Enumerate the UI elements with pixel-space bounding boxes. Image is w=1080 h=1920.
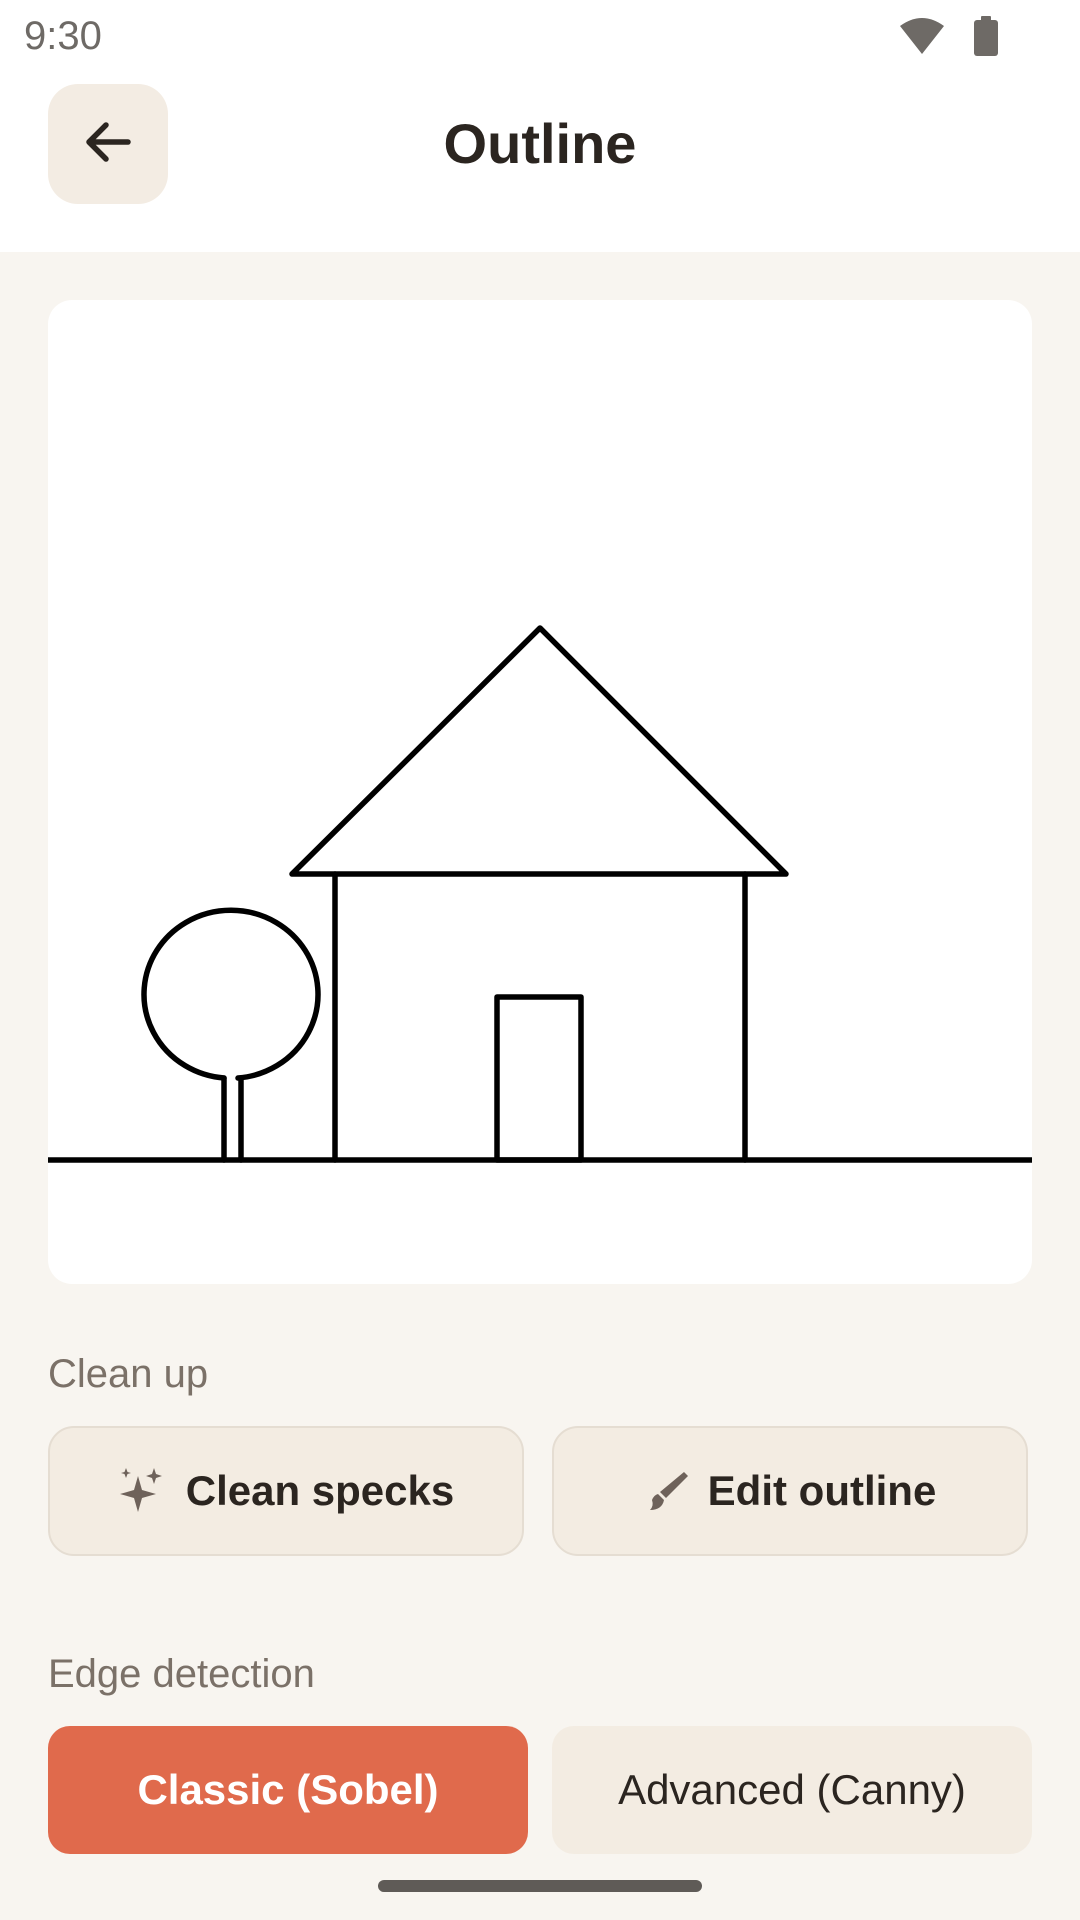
clean-specks-label: Clean specks <box>185 1467 455 1514</box>
house-outline-image <box>48 625 1032 1163</box>
home-indicator[interactable] <box>378 1880 702 1892</box>
cleanup-section-label: Clean up <box>48 1352 209 1396</box>
clean-specks-button[interactable]: Clean specks <box>48 1426 524 1556</box>
edge-option-advanced-canny[interactable]: Advanced (Canny) <box>552 1726 1032 1854</box>
status-time: 9:30 <box>24 14 102 58</box>
status-icons <box>898 16 1000 61</box>
sparkle-icon <box>118 1466 168 1516</box>
app-bar: Outline <box>0 74 1080 252</box>
edge-option-classic-sobel[interactable]: Classic (Sobel) <box>48 1726 528 1854</box>
edit-outline-label: Edit outline <box>707 1467 937 1514</box>
edge-detection-section-label: Edge detection <box>48 1652 315 1696</box>
outline-screen: 9:30 Outline Clean up Clean specks Edit … <box>0 0 1080 1920</box>
outline-preview <box>48 300 1032 1284</box>
battery-icon <box>972 16 1000 61</box>
wifi-icon <box>898 16 946 61</box>
brush-icon <box>644 1468 690 1514</box>
edit-outline-button[interactable]: Edit outline <box>552 1426 1028 1556</box>
page-title: Outline <box>443 112 637 175</box>
status-bar: 9:30 <box>0 0 1080 74</box>
